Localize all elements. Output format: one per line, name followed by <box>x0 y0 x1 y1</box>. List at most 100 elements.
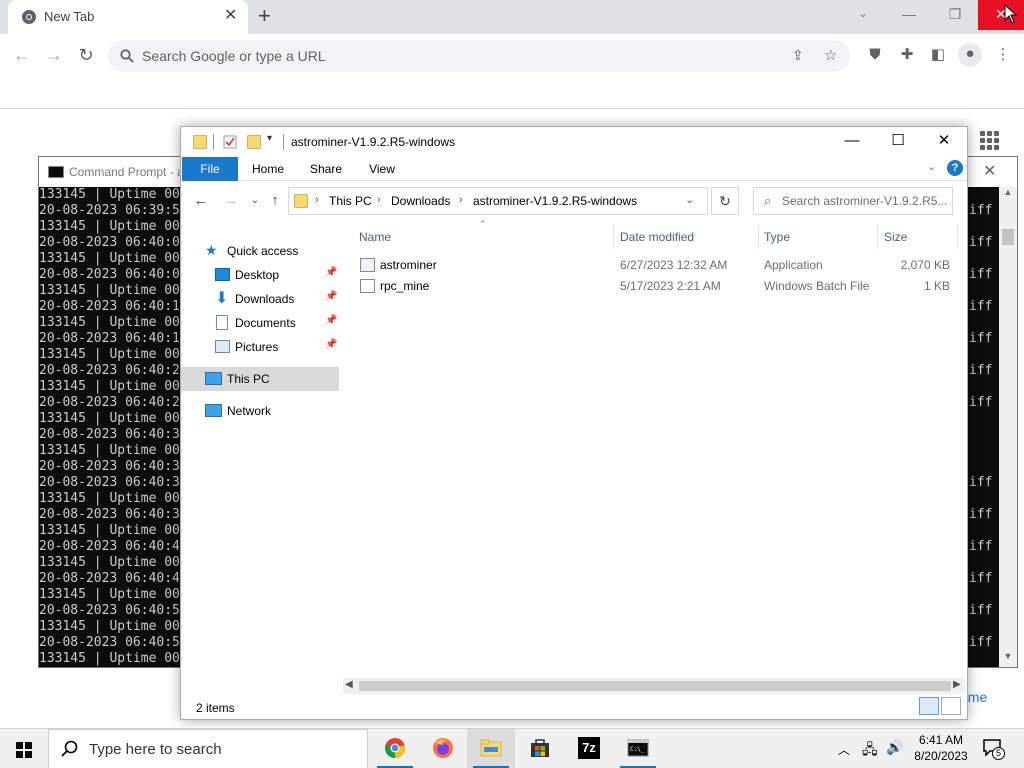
breadcrumb-this-pc[interactable]: This PC <box>329 194 372 208</box>
customize-qa-chevron-icon[interactable]: ▾ <box>267 133 272 144</box>
cmd-scroll-thumb[interactable] <box>1002 229 1014 245</box>
explorer-search-box[interactable]: ⌕ <box>753 187 953 215</box>
side-panel-icon[interactable]: ◧ <box>927 44 949 66</box>
address-dropdown-chevron-icon[interactable]: ⌄ <box>685 193 694 206</box>
cmd-line-fragment <box>969 283 999 299</box>
file-row[interactable]: astrominer 6/27/2023 12:32 AM Applicatio… <box>356 255 956 276</box>
tab-file[interactable]: File <box>182 157 238 181</box>
omnibox[interactable]: ⇪ ☆ <box>108 40 850 72</box>
tab-search-chevron-icon[interactable]: ⌄ <box>840 0 886 30</box>
start-button[interactable] <box>0 729 48 768</box>
pictures-icon <box>215 340 230 353</box>
breadcrumb-separator-icon[interactable]: › <box>377 194 381 206</box>
column-header-name[interactable]: Name <box>359 225 391 249</box>
column-header-date[interactable]: Date modified <box>620 225 694 249</box>
nav-item-this-pc[interactable]: This PC <box>181 367 339 391</box>
google-apps-icon[interactable] <box>980 131 1000 151</box>
recent-locations-chevron-icon[interactable]: ⌄ <box>245 191 265 211</box>
scroll-right-icon[interactable]: ▶ <box>953 679 961 690</box>
action-center-button[interactable]: 5 <box>982 737 1006 761</box>
cmd-close-icon[interactable]: ✕ <box>983 161 996 181</box>
cmd-line-fragment <box>969 251 999 267</box>
nav-item-quick-access[interactable]: ★ Quick access <box>181 239 339 263</box>
breadcrumb-separator-icon[interactable]: › <box>459 194 463 206</box>
column-header-type[interactable]: Type <box>764 225 790 249</box>
new-tab-button[interactable]: + <box>258 5 271 27</box>
bookmark-star-icon[interactable]: ☆ <box>824 46 837 64</box>
taskbar-clock[interactable]: 6:41 AM 8/20/2023 <box>898 732 984 764</box>
profile-avatar-icon[interactable]: ● <box>958 43 982 67</box>
show-hidden-icons-chevron-icon[interactable]: ︿ <box>838 741 850 758</box>
taskbar-command-prompt[interactable]: C:\_ <box>614 729 662 768</box>
new-folder-icon[interactable] <box>247 135 261 149</box>
nav-item-desktop[interactable]: Desktop 📌 <box>181 263 339 287</box>
address-bar[interactable]: › This PC › Downloads › astrominer-V1.9.… <box>288 187 708 215</box>
horizontal-scrollbar[interactable]: ◀ ▶ <box>343 678 965 694</box>
nav-item-downloads[interactable]: ⬇ Downloads 📌 <box>181 287 339 311</box>
taskbar-7zip[interactable]: 7z <box>565 729 613 768</box>
minimize-button[interactable]: — <box>886 0 932 30</box>
pin-icon[interactable]: 📌 <box>325 291 337 302</box>
chrome-icon <box>385 738 405 758</box>
large-icons-view-icon[interactable] <box>941 697 961 715</box>
explorer-forward-icon[interactable]: → <box>221 191 241 211</box>
reload-icon[interactable]: ↻ <box>74 43 98 67</box>
pin-icon[interactable]: 📌 <box>325 315 337 326</box>
column-divider[interactable] <box>957 225 958 249</box>
scroll-down-icon[interactable]: ▼ <box>999 651 1017 667</box>
file-explorer-window[interactable]: ▾ astrominer-V1.9.2.R5-windows — ☐ ✕ Fil… <box>180 126 968 720</box>
tab-share[interactable]: Share <box>301 157 351 181</box>
column-header-size[interactable]: Size <box>884 225 907 249</box>
taskbar-file-explorer[interactable] <box>467 729 515 768</box>
explorer-titlebar[interactable]: ▾ astrominer-V1.9.2.R5-windows — ☐ ✕ <box>181 127 967 157</box>
column-divider[interactable] <box>758 225 759 249</box>
scroll-left-icon[interactable]: ◀ <box>345 679 353 690</box>
breadcrumb-downloads[interactable]: Downloads <box>391 194 450 208</box>
more-menu-icon[interactable]: ⋮ <box>992 44 1014 66</box>
breadcrumb-current-folder[interactable]: astrominer-V1.9.2.R5-windows <box>473 194 637 208</box>
omnibox-input[interactable] <box>142 40 762 72</box>
explorer-search-input[interactable] <box>782 188 950 214</box>
column-divider[interactable] <box>877 225 878 249</box>
share-icon[interactable]: ⇪ <box>792 47 804 64</box>
explorer-back-icon[interactable]: ← <box>191 191 211 211</box>
pin-icon[interactable]: 📌 <box>325 339 337 350</box>
nav-item-documents[interactable]: Documents 📌 <box>181 311 339 335</box>
taskbar-search-box[interactable] <box>48 729 368 768</box>
taskbar-search-input[interactable] <box>89 730 359 768</box>
tab-new-tab[interactable]: New Tab ✕ <box>8 0 248 34</box>
tab-view[interactable]: View <box>357 157 407 181</box>
file-row[interactable]: rpc_mine 5/17/2023 2:21 AM Windows Batch… <box>356 276 956 297</box>
column-divider[interactable] <box>613 225 614 249</box>
taskbar-firefox[interactable] <box>419 729 467 768</box>
breadcrumb-separator-icon[interactable]: › <box>315 194 319 206</box>
ublock-shield-icon[interactable]: ⛊ <box>864 44 886 66</box>
horizontal-scroll-thumb[interactable] <box>359 681 951 691</box>
forward-arrow-icon[interactable]: → <box>42 43 66 67</box>
properties-check-icon[interactable] <box>223 135 237 149</box>
taskbar-chrome[interactable] <box>371 729 419 768</box>
taskbar-store[interactable] <box>516 729 564 768</box>
file-size: 2,070 KB <box>900 258 950 272</box>
tab-home[interactable]: Home <box>243 157 293 181</box>
explorer-close-button[interactable]: ✕ <box>921 127 967 157</box>
explorer-minimize-button[interactable]: — <box>829 127 875 157</box>
nav-item-pictures[interactable]: Pictures 📌 <box>181 335 339 359</box>
scroll-up-icon[interactable]: ▲ <box>999 187 1017 203</box>
nav-item-network[interactable]: Network <box>181 399 339 423</box>
network-tray-icon[interactable]: 🖧 <box>862 739 878 763</box>
extensions-puzzle-icon[interactable]: ✚ <box>896 44 918 66</box>
restore-button[interactable]: ❐ <box>932 0 978 30</box>
help-icon[interactable]: ? <box>947 160 963 176</box>
cmd-line: 20-08-2023 06:40:3 <box>39 475 180 490</box>
details-view-icon[interactable] <box>919 697 939 715</box>
tab-close-icon[interactable]: ✕ <box>224 7 237 25</box>
expand-ribbon-chevron-icon[interactable]: ⌄ <box>927 160 936 173</box>
cmd-scrollbar[interactable]: ▲ ▼ <box>999 187 1017 667</box>
pin-icon[interactable]: 📌 <box>325 267 337 278</box>
refresh-icon[interactable]: ↻ <box>711 187 739 215</box>
batch-file-gear-icon <box>360 279 375 293</box>
up-arrow-icon[interactable]: ↑ <box>265 191 285 211</box>
explorer-maximize-button[interactable]: ☐ <box>875 127 921 157</box>
back-arrow-icon[interactable]: ← <box>10 43 34 67</box>
